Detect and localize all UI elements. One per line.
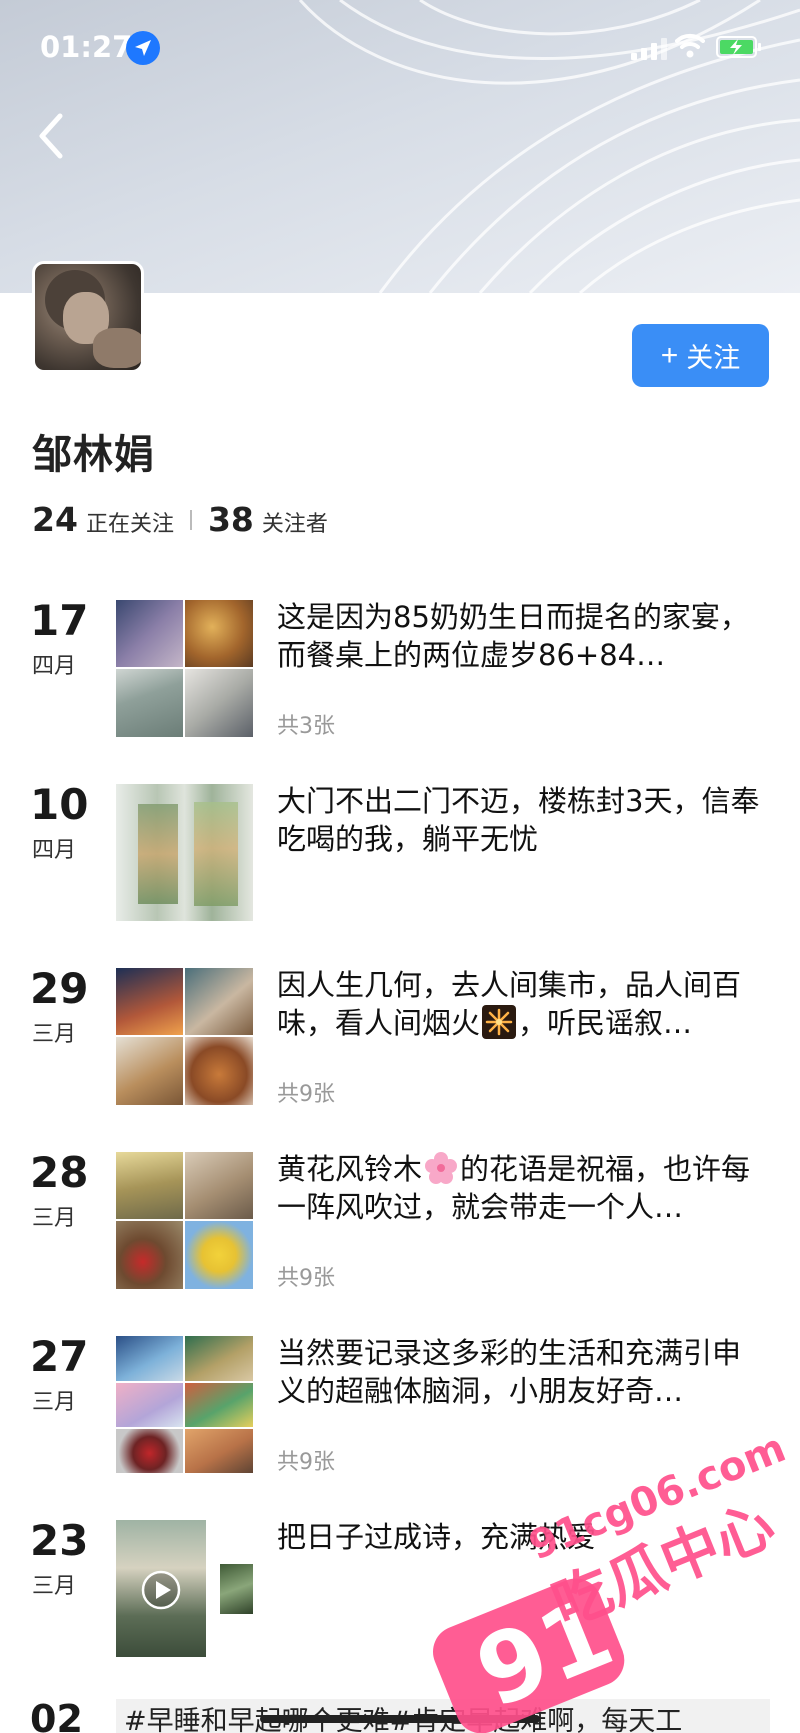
post-photo-count: 共3张 xyxy=(277,714,335,739)
follow-button[interactable]: + 关注 xyxy=(632,324,769,387)
post-photo-count: 共9张 xyxy=(277,1266,335,1291)
post-day: 23 xyxy=(30,1516,89,1565)
post-day: 27 xyxy=(30,1332,89,1381)
post-item[interactable]: 17 四月 这是因为85奶奶生日而提名的家宴，而餐桌上的两位虚岁86+84… 共… xyxy=(0,598,800,782)
battery-charging-icon xyxy=(716,36,761,58)
post-day: 17 xyxy=(30,596,89,645)
post-text-part: ，听民谣叙… xyxy=(518,1006,693,1040)
watermark-logo: 91 91cg06.com 吃瓜中心 xyxy=(433,1425,792,1733)
post-month: 三月 xyxy=(32,1574,77,1599)
follow-button-label: 关注 xyxy=(686,343,741,373)
followers-label[interactable]: 关注者 xyxy=(262,506,328,538)
post-item[interactable]: 10 四月 大门不出二门不迈，楼栋封3天，信奉吃喝的我，躺平无忧 xyxy=(0,782,800,966)
post-video-thumbnail[interactable] xyxy=(116,1520,253,1657)
post-photo-count: 共9张 xyxy=(277,1082,335,1107)
plus-icon: + xyxy=(660,338,679,372)
post-day: 29 xyxy=(30,964,89,1013)
status-time: 01:27 xyxy=(40,30,133,64)
location-arrow-icon xyxy=(126,31,160,65)
post-text: 当然要记录这多彩的生活和充满引申义的超融体脑洞，小朋友好奇… xyxy=(277,1336,742,1408)
stats-divider xyxy=(189,510,192,530)
post-month: 四月 xyxy=(32,838,77,863)
post-day: 28 xyxy=(30,1148,89,1197)
post-day: 10 xyxy=(30,780,89,829)
post-text-part: 黄花风铃木 xyxy=(277,1152,423,1186)
post-text: 黄花风铃木 的花语是祝福，也许每一阵风吹过，就会带走一个人… xyxy=(277,1150,765,1226)
avatar[interactable] xyxy=(32,261,144,373)
post-thumbnail[interactable] xyxy=(116,600,253,737)
post-photo-count: 共9张 xyxy=(277,1450,335,1475)
post-thumbnail[interactable] xyxy=(116,1336,253,1473)
profile-name: 邹林娟 xyxy=(32,432,155,478)
back-chevron-icon[interactable] xyxy=(30,110,74,162)
status-bar: 01:27 xyxy=(0,0,800,96)
post-item[interactable]: 29 三月 因人生几何，去人间集市，品人间百味，看人间烟火 ，听民谣叙… 共9张 xyxy=(0,966,800,1150)
post-month: 四月 xyxy=(32,654,77,679)
fireworks-emoji-icon xyxy=(482,1005,517,1039)
post-thumbnail[interactable] xyxy=(116,968,253,1105)
post-thumbnail[interactable] xyxy=(116,1152,253,1289)
post-text: 这是因为85奶奶生日而提名的家宴，而餐桌上的两位虚岁86+84… xyxy=(277,600,749,672)
cherry-blossom-emoji-icon xyxy=(425,1152,458,1184)
post-month: 三月 xyxy=(32,1022,77,1047)
post-item[interactable]: 28 三月 黄花风铃木 的花语是祝福，也许每一阵风吹过，就会带走一个人… 共9张 xyxy=(0,1150,800,1334)
post-month: 三月 xyxy=(32,1390,77,1415)
signal-icon xyxy=(631,38,667,60)
post-text: 因人生几何，去人间集市，品人间百味，看人间烟火 ，听民谣叙… xyxy=(277,966,765,1042)
video-play-icon[interactable] xyxy=(141,1570,181,1610)
post-day: 02 xyxy=(30,1697,83,1733)
follow-stats: 24 正在关注 38 关注者 xyxy=(32,500,328,540)
post-month: 三月 xyxy=(32,1206,77,1231)
post-thumbnail[interactable] xyxy=(116,784,253,921)
post-text: 大门不出二门不迈，楼栋封3天，信奉吃喝的我，躺平无忧 xyxy=(277,784,760,856)
following-label[interactable]: 正在关注 xyxy=(86,506,174,538)
following-count[interactable]: 24 xyxy=(32,500,78,539)
followers-count[interactable]: 38 xyxy=(208,500,254,539)
wifi-icon xyxy=(675,33,705,58)
